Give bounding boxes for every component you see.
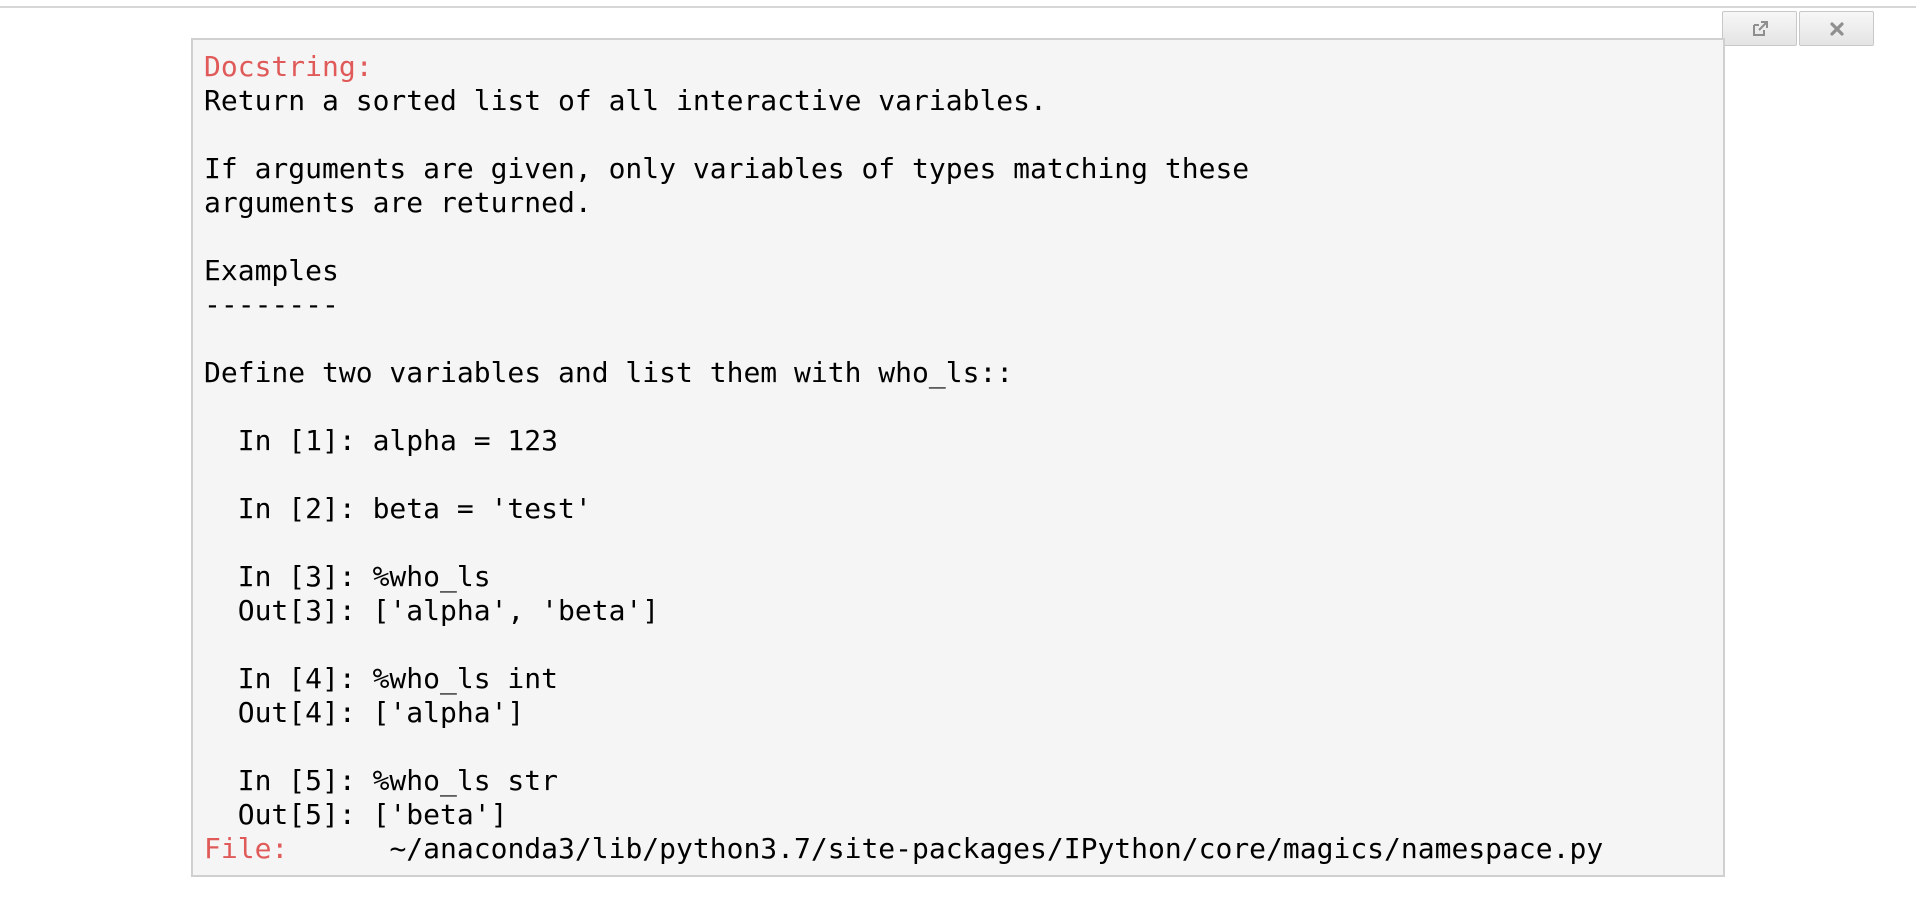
docstring-line: arguments are returned.	[204, 186, 592, 219]
file-label: File:	[204, 832, 289, 865]
docstring-line	[204, 628, 1603, 662]
docstring-line: In [4]: %who_ls int	[204, 662, 559, 695]
docstring-line	[204, 220, 1603, 254]
docstring-line	[204, 390, 1603, 424]
docstring-line: Out[5]: ['beta']	[204, 798, 508, 831]
docstring-line: Return a sorted list of all interactive …	[204, 84, 1047, 117]
pager-panel[interactable]: Docstring: Return a sorted list of all in…	[191, 38, 1725, 877]
docstring-label: Docstring:	[204, 50, 373, 83]
docstring-line: Define two variables and list them with …	[204, 356, 1014, 389]
docstring-line: In [1]: alpha = 123	[204, 424, 559, 457]
docstring-line: In [5]: %who_ls str	[204, 764, 559, 797]
pager-top-divider	[0, 6, 1916, 8]
docstring-line	[204, 458, 1603, 492]
docstring-lines: Return a sorted list of all interactive …	[204, 84, 1603, 832]
docstring-text: Docstring: Return a sorted list of all in…	[204, 50, 1603, 866]
docstring-line: In [2]: beta = 'test'	[204, 492, 592, 525]
docstring-line: --------	[204, 288, 339, 321]
docstring-line: Out[4]: ['alpha']	[204, 696, 525, 729]
docstring-line	[204, 526, 1603, 560]
external-link-icon	[1751, 20, 1769, 38]
docstring-line: In [3]: %who_ls	[204, 560, 491, 593]
docstring-line	[204, 322, 1603, 356]
file-path: ~/anaconda3/lib/python3.7/site-packages/…	[288, 832, 1604, 865]
docstring-line	[204, 730, 1603, 764]
docstring-line: If arguments are given, only variables o…	[204, 152, 1250, 185]
docstring-line: Examples	[204, 254, 339, 287]
file-line: File: ~/anaconda3/lib/python3.7/site-pac…	[204, 832, 1603, 866]
docstring-line	[204, 118, 1603, 152]
pager-open-in-window-button[interactable]	[1722, 11, 1797, 46]
close-icon	[1829, 21, 1845, 37]
pager-close-button[interactable]	[1799, 11, 1874, 46]
docstring-line: Out[3]: ['alpha', 'beta']	[204, 594, 660, 627]
